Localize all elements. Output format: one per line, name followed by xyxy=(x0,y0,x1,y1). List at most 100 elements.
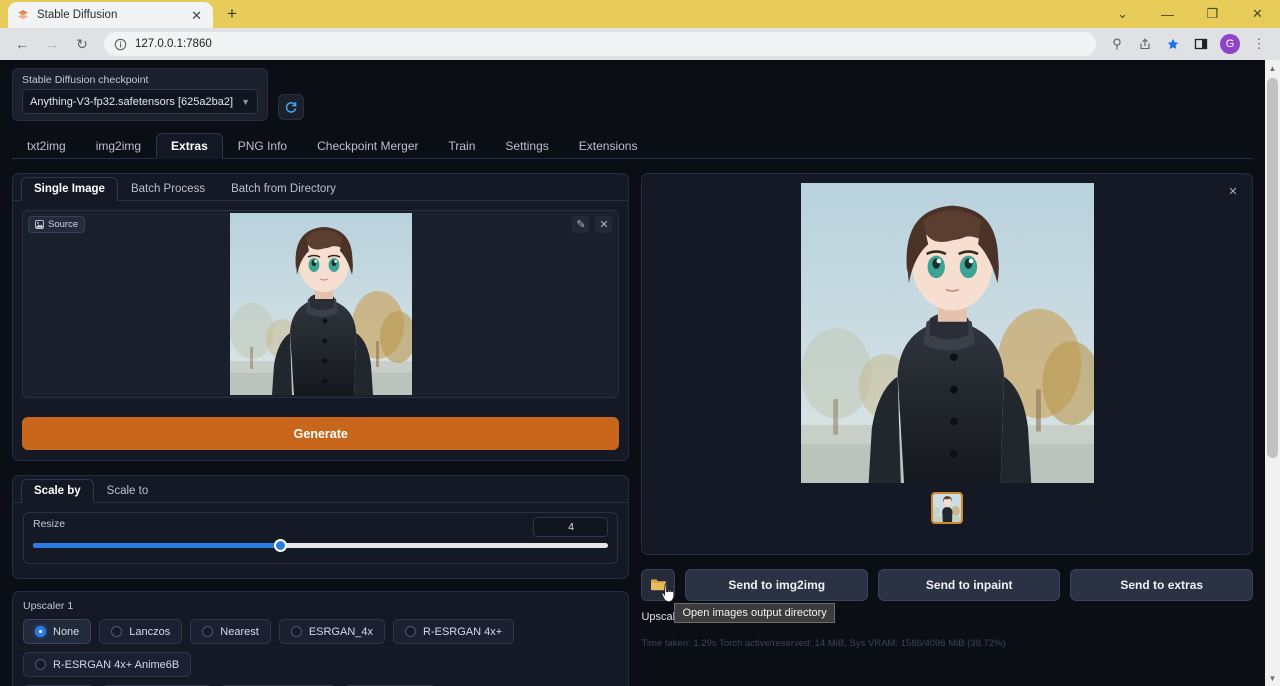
upscaler-1-panel: Upscaler 1 None Lanczos Nearest ESRGAN_4… xyxy=(12,591,629,686)
tab-train[interactable]: Train xyxy=(434,133,491,159)
radio-dot-icon xyxy=(405,626,416,637)
checkpoint-value: Anything-V3-fp32.safetensors [625a2ba2] xyxy=(30,96,233,108)
source-badge: Source xyxy=(28,216,85,233)
browser-tab-title: Stable Diffusion xyxy=(37,9,181,21)
tab-extras[interactable]: Extras xyxy=(156,133,223,159)
browser-tab[interactable]: Stable Diffusion ✕ xyxy=(8,2,213,28)
checkpoint-field: Stable Diffusion checkpoint Anything-V3-… xyxy=(12,68,268,121)
url-text: 127.0.0.1:7860 xyxy=(135,38,1086,50)
open-output-directory-tooltip: Open images output directory xyxy=(674,603,834,623)
radio-dot-icon xyxy=(291,626,302,637)
tab-checkpoint-merger[interactable]: Checkpoint Merger xyxy=(302,133,433,159)
address-bar[interactable]: 127.0.0.1:7860 xyxy=(104,32,1096,56)
radio-label: None xyxy=(53,626,79,638)
radio-u1-r-esrgan-4xplus-anime6b[interactable]: R-ESRGAN 4x+ Anime6B xyxy=(23,652,191,677)
send-to-img2img-button[interactable]: Send to img2img xyxy=(685,569,868,601)
checkpoint-row: Stable Diffusion checkpoint Anything-V3-… xyxy=(12,68,1253,121)
tab-png-info[interactable]: PNG Info xyxy=(223,133,302,159)
radio-dot-icon xyxy=(111,626,122,637)
send-to-inpaint-button[interactable]: Send to inpaint xyxy=(878,569,1061,601)
webui-page: Stable Diffusion checkpoint Anything-V3-… xyxy=(0,60,1265,686)
subtab-scale-by[interactable]: Scale by xyxy=(21,479,94,503)
reload-button-icon[interactable]: ↻ xyxy=(68,30,96,58)
radio-dot-icon xyxy=(202,626,213,637)
tab-settings[interactable]: Settings xyxy=(490,133,563,159)
browser-titlebar: Stable Diffusion ✕ + ⌄ — ❐ ✕ xyxy=(0,0,1280,28)
scale-tab-bar: Scale by Scale to xyxy=(13,476,628,503)
image-icon xyxy=(35,220,44,229)
resize-slider[interactable] xyxy=(33,538,608,552)
back-button-icon[interactable]: ← xyxy=(8,30,36,58)
radio-label: R-ESRGAN 4x+ xyxy=(423,626,502,638)
bookmark-star-icon[interactable] xyxy=(1160,31,1186,57)
extras-sub-tab-bar: Single Image Batch Process Batch from Di… xyxy=(13,174,628,201)
close-icon[interactable]: ✕ xyxy=(1225,183,1241,199)
browser-toolbar: ← → ↻ 127.0.0.1:7860 ⚲ xyxy=(0,28,1280,60)
source-image-wrap: Source ✎ ✕ xyxy=(13,201,628,407)
scale-panel: Scale by Scale to Resize 4 xyxy=(12,475,629,579)
checkpoint-label: Stable Diffusion checkpoint xyxy=(22,74,258,86)
upscaler-1-row-1: None Lanczos Nearest ESRGAN_4x R-ESRGAN … xyxy=(23,619,618,677)
forward-button-icon[interactable]: → xyxy=(38,30,66,58)
profile-avatar[interactable]: G xyxy=(1220,34,1240,54)
scroll-up-arrow-icon[interactable]: ▲ xyxy=(1265,60,1280,76)
radio-u1-lanczos[interactable]: Lanczos xyxy=(99,619,182,644)
radio-label: Nearest xyxy=(220,626,259,638)
radio-u1-esrgan-4x[interactable]: ESRGAN_4x xyxy=(279,619,385,644)
tab-extensions[interactable]: Extensions xyxy=(564,133,653,159)
browser-menu-icon[interactable]: ⋮ xyxy=(1246,31,1272,57)
side-panel-icon[interactable] xyxy=(1188,31,1214,57)
folder-icon xyxy=(650,578,667,592)
left-column: Single Image Batch Process Batch from Di… xyxy=(12,173,629,686)
radio-u1-nearest[interactable]: Nearest xyxy=(190,619,271,644)
tab-img2img[interactable]: img2img xyxy=(81,133,156,159)
generate-button[interactable]: Generate xyxy=(22,417,619,450)
upscaler-1-title: Upscaler 1 xyxy=(23,600,618,612)
scroll-down-arrow-icon[interactable]: ▼ xyxy=(1265,670,1280,686)
slider-fill xyxy=(33,543,280,548)
tab-txt2img[interactable]: txt2img xyxy=(12,133,81,159)
scrollbar-thumb[interactable] xyxy=(1267,78,1278,458)
result-image[interactable] xyxy=(801,183,1094,483)
open-output-directory-button[interactable]: Open images output directory xyxy=(641,569,675,601)
source-image xyxy=(230,213,412,395)
resize-wrap: Resize 4 xyxy=(13,503,628,578)
tab-search-chevron-icon[interactable]: ⌄ xyxy=(1100,0,1145,28)
result-thumbnail[interactable] xyxy=(931,492,963,524)
subtab-batch-from-directory[interactable]: Batch from Directory xyxy=(218,177,349,201)
zoom-icon[interactable]: ⚲ xyxy=(1104,31,1130,57)
checkpoint-dropdown[interactable]: Anything-V3-fp32.safetensors [625a2ba2] … xyxy=(22,89,258,114)
share-icon[interactable] xyxy=(1132,31,1158,57)
page-scrollbar[interactable]: ▲ ▼ xyxy=(1265,60,1280,686)
tab-close-icon[interactable]: ✕ xyxy=(188,9,205,22)
source-image-tools: ✎ ✕ xyxy=(572,216,612,233)
edit-pencil-icon[interactable]: ✎ xyxy=(572,216,589,233)
refresh-checkpoints-button[interactable] xyxy=(278,94,304,120)
radio-u1-r-esrgan-4xplus[interactable]: R-ESRGAN 4x+ xyxy=(393,619,514,644)
subtab-batch-process[interactable]: Batch Process xyxy=(118,177,218,201)
main-tab-bar: txt2img img2img Extras PNG Info Checkpoi… xyxy=(12,131,1253,159)
result-performance-text: Time taken: 1.29s Torch active/reserved:… xyxy=(641,638,1253,649)
new-tab-button[interactable]: + xyxy=(219,1,245,27)
window-close-button[interactable]: ✕ xyxy=(1235,0,1280,28)
send-to-extras-button[interactable]: Send to extras xyxy=(1070,569,1253,601)
minimize-button[interactable]: — xyxy=(1145,0,1190,28)
radio-label: ESRGAN_4x xyxy=(309,626,373,638)
source-image-dropzone[interactable]: Source ✎ ✕ xyxy=(22,210,619,398)
clear-image-icon[interactable]: ✕ xyxy=(595,216,612,233)
resize-value-input[interactable]: 4 xyxy=(533,517,608,537)
radio-label: Lanczos xyxy=(129,626,170,638)
maximize-button[interactable]: ❐ xyxy=(1190,0,1235,28)
source-badge-label: Source xyxy=(48,219,78,230)
window-controls: ⌄ — ❐ ✕ xyxy=(1100,0,1280,28)
slider-knob[interactable] xyxy=(274,539,287,552)
info-circle-icon xyxy=(114,38,127,51)
radio-dot-icon xyxy=(35,659,46,670)
subtab-scale-to[interactable]: Scale to xyxy=(94,479,162,503)
radio-u1-none[interactable]: None xyxy=(23,619,91,644)
subtab-single-image[interactable]: Single Image xyxy=(21,177,118,201)
radio-dot-icon xyxy=(35,626,46,637)
chevron-down-icon: ▼ xyxy=(241,97,250,107)
result-image-area xyxy=(651,183,1243,483)
radio-label: R-ESRGAN 4x+ Anime6B xyxy=(53,659,179,671)
